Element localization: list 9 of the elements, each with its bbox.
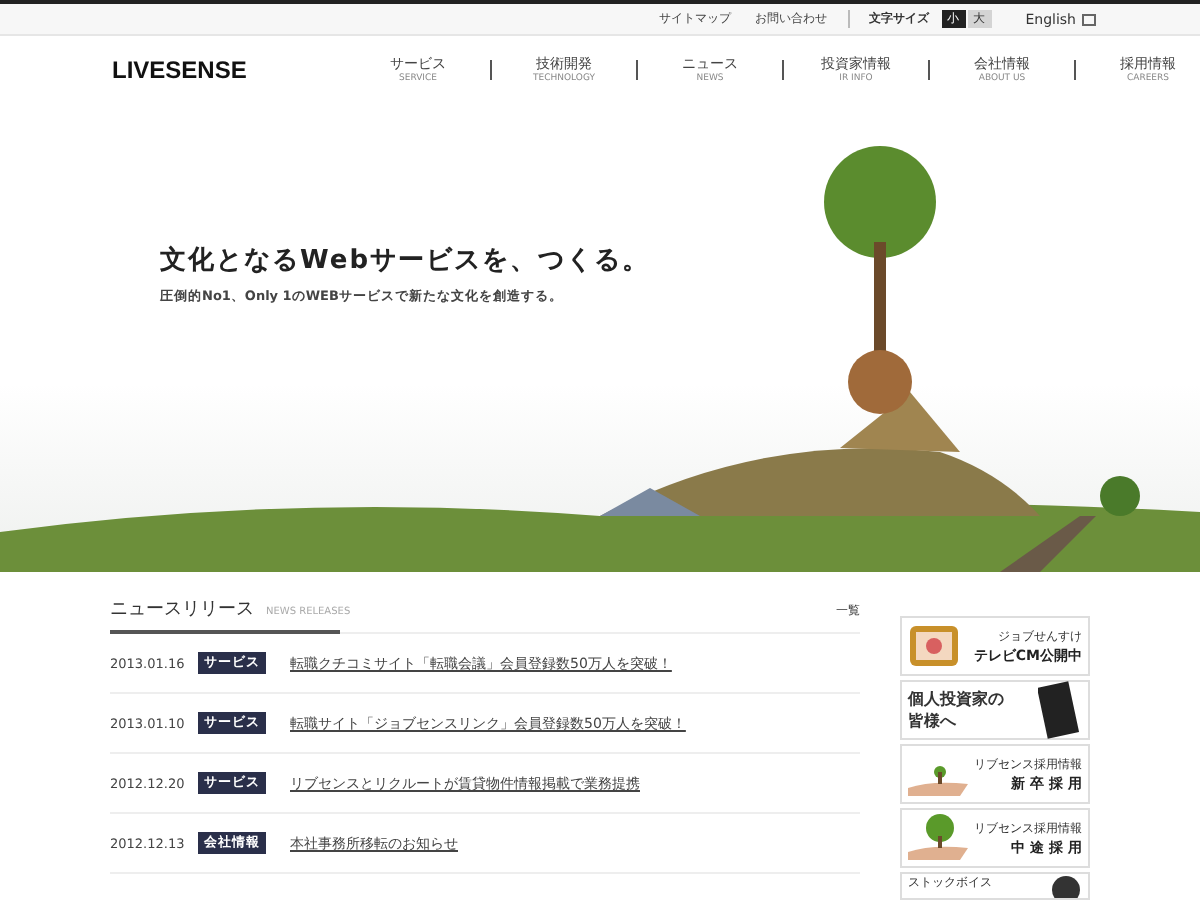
logo[interactable]: LIVESENSE [112, 55, 366, 83]
hero-headline: 文化となるWebサービスを、つくる。 [160, 243, 652, 278]
banner[interactable]: 個人投資家の皆様へ [900, 680, 1090, 740]
booklet-icon [1038, 680, 1082, 740]
window-icon [1082, 13, 1096, 25]
tv-icon [908, 622, 960, 670]
person-silhouette-icon [1050, 874, 1082, 898]
news-title: ニュースリリース [110, 598, 254, 622]
banner-title: 個人投資家の皆様へ [908, 688, 1004, 732]
